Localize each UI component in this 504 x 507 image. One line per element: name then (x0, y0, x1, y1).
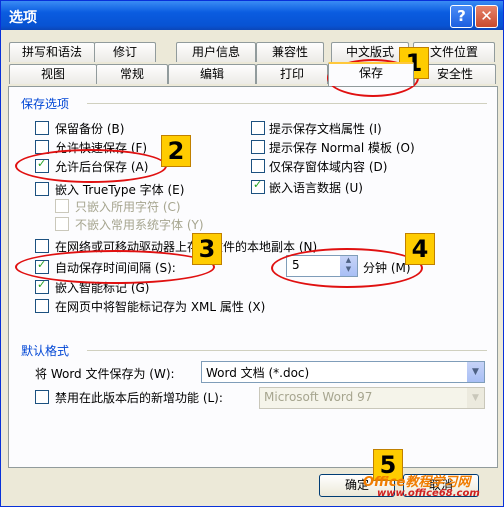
annotation-ring (271, 248, 423, 288)
embed-truetype-label: 嵌入 TrueType 字体 (E) (55, 183, 185, 197)
embed-language-data-label: 嵌入语言数据 (U) (269, 181, 363, 195)
embed-language-data-checkbox[interactable] (251, 178, 265, 194)
xml-tags-label: 在网页中将智能标记存为 XML 属性 (X) (55, 300, 266, 314)
prompt-normal-template-label: 提示保存 Normal 模板 (O) (269, 141, 415, 155)
options-dialog: 选项 ? ✕ 拼写和语法 修订 用户信息 兼容性 中文版式 文件位置 视图 常规… (0, 0, 504, 507)
disable-features-checkbox[interactable] (35, 390, 49, 404)
no-common-fonts-label: 不嵌入常用系统字体 (Y) (75, 218, 204, 232)
disable-version-value: Microsoft Word 97 (264, 390, 373, 404)
section-divider (87, 350, 487, 351)
close-button[interactable]: ✕ (475, 5, 498, 28)
keep-backup-checkbox[interactable] (35, 121, 49, 135)
help-button[interactable]: ? (450, 5, 473, 28)
prompt-normal-template-checkbox[interactable] (251, 140, 265, 154)
save-options-header: 保存选项 (21, 97, 70, 111)
embed-truetype-checkbox[interactable] (35, 182, 49, 196)
no-common-fonts-checkbox[interactable] (55, 217, 69, 231)
embed-used-chars-label: 只嵌入所用字符 (C) (75, 200, 181, 214)
save-as-dropdown[interactable]: Word 文档 (*.doc) ▼ (201, 361, 485, 383)
save-as-value: Word 文档 (*.doc) (206, 366, 310, 380)
annotation-badge: 2 (161, 135, 191, 167)
title-bar: 选项 ? ✕ (1, 1, 503, 30)
dialog-title: 选项 (9, 10, 37, 26)
prompt-doc-properties-label: 提示保存文档属性 (I) (269, 122, 382, 136)
chevron-down-icon[interactable]: ▼ (467, 388, 484, 408)
tab-edit[interactable]: 编辑 (168, 64, 256, 84)
smart-tags-checkbox[interactable] (35, 278, 49, 294)
xml-tags-checkbox[interactable] (35, 299, 49, 313)
tab-spelling-grammar[interactable]: 拼写和语法 (9, 42, 95, 62)
tab-track-changes[interactable]: 修订 (94, 42, 156, 62)
form-data-only-checkbox[interactable] (251, 159, 265, 173)
section-divider (87, 103, 487, 104)
tab-compatibility[interactable]: 兼容性 (256, 42, 324, 62)
disable-features-label: 禁用在此版本后的新增功能 (L): (55, 391, 223, 405)
annotation-badge: 4 (405, 233, 435, 265)
form-data-only-label: 仅保存窗体域内容 (D) (269, 160, 388, 174)
default-format-header: 默认格式 (21, 344, 70, 358)
save-as-label: 将 Word 文件保存为 (W): (35, 367, 175, 381)
local-copy-checkbox[interactable] (35, 239, 49, 253)
annotation-ring (15, 250, 215, 284)
tab-general[interactable]: 常规 (96, 64, 168, 84)
disable-version-dropdown[interactable]: Microsoft Word 97 ▼ (259, 387, 485, 409)
tab-save[interactable]: 保存 (328, 62, 414, 86)
keep-backup-label: 保留备份 (B) (55, 122, 125, 136)
watermark-url: www.office68.com (377, 488, 480, 499)
embed-used-chars-checkbox[interactable] (55, 199, 69, 213)
tab-print[interactable]: 打印 (256, 64, 328, 84)
tab-view[interactable]: 视图 (9, 64, 97, 84)
annotation-ring (15, 149, 167, 183)
prompt-doc-properties-checkbox[interactable] (251, 121, 265, 135)
chevron-down-icon[interactable]: ▼ (467, 362, 484, 382)
tab-user-info[interactable]: 用户信息 (176, 42, 256, 62)
annotation-badge: 3 (192, 233, 222, 265)
